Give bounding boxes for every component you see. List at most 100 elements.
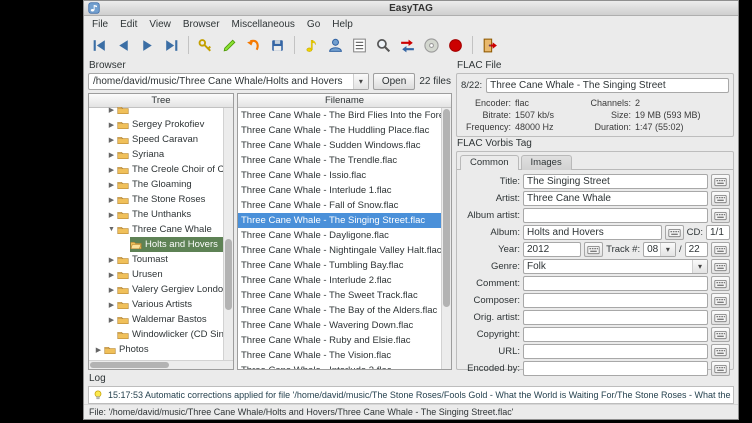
playlist-button[interactable]	[348, 34, 371, 57]
chevron-collapsed-icon[interactable]: ▶	[106, 181, 117, 189]
copyright-field[interactable]	[523, 327, 708, 342]
tree-item[interactable]: ▶Waldemar Bastos	[89, 312, 223, 327]
file-row[interactable]: Three Cane Whale - Fall of Snow.flac	[238, 198, 441, 213]
chevron-down-icon[interactable]: ▾	[692, 260, 707, 273]
record-button[interactable]	[444, 34, 467, 57]
chevron-collapsed-icon[interactable]: ▶	[106, 211, 117, 219]
tree-item[interactable]: ▶	[89, 102, 223, 117]
chevron-collapsed-icon[interactable]: ▶	[106, 256, 117, 264]
menu-browser[interactable]: Browser	[177, 18, 226, 31]
swap-button[interactable]	[396, 34, 419, 57]
file-row[interactable]: Three Cane Whale - Issio.flac	[238, 168, 441, 183]
save-button[interactable]	[266, 34, 289, 57]
track-total-field[interactable]	[685, 242, 708, 257]
tree-item[interactable]: Holts and Hovers	[89, 237, 223, 252]
file-row-selected[interactable]: Three Cane Whale - The Singing Street.fl…	[238, 213, 441, 228]
file-row[interactable]: Three Cane Whale - The Bay of the Alders…	[238, 303, 441, 318]
orig-artist-field[interactable]	[523, 310, 708, 325]
tab-common[interactable]: Common	[460, 155, 519, 170]
file-row[interactable]: Three Cane Whale - The Sweet Track.flac	[238, 288, 441, 303]
chevron-collapsed-icon[interactable]: ▶	[106, 316, 117, 324]
orig-artist-apply-all-button[interactable]	[711, 310, 730, 325]
title-bar[interactable]: EasyTAG	[84, 1, 738, 16]
tree-item[interactable]: ▶Various Artists	[89, 297, 223, 312]
year-field[interactable]	[523, 242, 581, 257]
chevron-down-icon[interactable]: ▾	[660, 243, 675, 256]
menu-miscellaneous[interactable]: Miscellaneous	[226, 18, 301, 31]
comment-field[interactable]	[523, 276, 708, 291]
tree-item[interactable]: ▶The Stone Roses	[89, 192, 223, 207]
menu-go[interactable]: Go	[301, 18, 326, 31]
composer-apply-all-button[interactable]	[711, 293, 730, 308]
go-first-button[interactable]	[88, 34, 111, 57]
tree-item[interactable]: ▶Photos	[89, 342, 223, 357]
genre-apply-all-button[interactable]	[711, 259, 730, 274]
copyright-apply-all-button[interactable]	[711, 327, 730, 342]
menu-file[interactable]: File	[86, 18, 114, 31]
filename-column-header[interactable]: Filename	[238, 94, 451, 108]
chevron-collapsed-icon[interactable]: ▶	[106, 301, 117, 309]
genre-combobox[interactable]: Folk▾	[523, 259, 708, 274]
track-number-combobox[interactable]: 08▾	[643, 242, 676, 257]
file-row[interactable]: Three Cane Whale - Interlude 1.flac	[238, 183, 441, 198]
chevron-collapsed-icon[interactable]: ▶	[106, 121, 117, 129]
url-apply-all-button[interactable]	[711, 344, 730, 359]
title-field[interactable]	[523, 174, 708, 189]
album-artist-field[interactable]	[523, 208, 708, 223]
chevron-collapsed-icon[interactable]: ▶	[106, 286, 117, 294]
tree-item[interactable]: ▼Three Cane Whale	[89, 222, 223, 237]
album-artist-apply-all-button[interactable]	[711, 208, 730, 223]
tree-item[interactable]: ▶The Gloaming	[89, 177, 223, 192]
file-row[interactable]: Three Cane Whale - Dayligone.flac	[238, 228, 441, 243]
file-row[interactable]: Three Cane Whale - Sudden Windows.flac	[238, 138, 441, 153]
tree-hscrollbar-thumb[interactable]	[90, 362, 169, 368]
tree-item[interactable]: ▶Sergey Prokofiev	[89, 117, 223, 132]
file-list-scrollbar-thumb[interactable]	[443, 109, 450, 307]
chevron-collapsed-icon[interactable]: ▶	[106, 151, 117, 159]
tree-item[interactable]: ▶Speed Caravan	[89, 132, 223, 147]
file-list-vertical-scrollbar[interactable]	[441, 108, 451, 369]
musical-note-button[interactable]	[300, 34, 323, 57]
composer-field[interactable]	[523, 293, 708, 308]
chevron-expanded-icon[interactable]: ▼	[106, 226, 117, 233]
track-apply-all-button[interactable]	[711, 242, 730, 257]
chevron-collapsed-icon[interactable]: ▶	[106, 271, 117, 279]
file-row[interactable]: Three Cane Whale - Interlude 2.flac	[238, 273, 441, 288]
file-row[interactable]: Three Cane Whale - Ruby and Elsie.flac	[238, 333, 441, 348]
chevron-collapsed-icon[interactable]: ▶	[106, 136, 117, 144]
log-list[interactable]: 15:17:53 Automatic corrections applied f…	[88, 386, 734, 404]
cd-field[interactable]	[706, 225, 730, 240]
comment-apply-all-button[interactable]	[711, 276, 730, 291]
chevron-collapsed-icon[interactable]: ▶	[106, 166, 117, 174]
path-combobox[interactable]: /home/david/music/Three Cane Whale/Holts…	[88, 73, 369, 90]
open-button[interactable]: Open	[373, 73, 415, 90]
file-row[interactable]: Three Cane Whale - Nightingale Valley Ha…	[238, 243, 441, 258]
file-row[interactable]: Three Cane Whale - The Bird Flies Into t…	[238, 108, 441, 123]
file-row[interactable]: Three Cane Whale - The Trendle.flac	[238, 153, 441, 168]
tree-vertical-scrollbar[interactable]	[223, 108, 233, 360]
file-row[interactable]: Three Cane Whale - The Huddling Place.fl…	[238, 123, 441, 138]
file-row[interactable]: Three Cane Whale - Wavering Down.flac	[238, 318, 441, 333]
chevron-down-icon[interactable]: ▾	[353, 74, 368, 89]
filename-field[interactable]	[486, 78, 729, 93]
file-row[interactable]: Three Cane Whale - Tumbling Bay.flac	[238, 258, 441, 273]
cd-button[interactable]	[420, 34, 443, 57]
tree-item[interactable]: Windowlicker (CD Single)	[89, 327, 223, 342]
undo-button[interactable]	[242, 34, 265, 57]
tree-scrollbar-thumb[interactable]	[225, 239, 232, 310]
tree-item[interactable]: ▶Urusen	[89, 267, 223, 282]
artist-field[interactable]	[523, 191, 708, 206]
pencil-button[interactable]	[218, 34, 241, 57]
tree-item[interactable]: ▶The Unthanks	[89, 207, 223, 222]
menu-view[interactable]: View	[143, 18, 177, 31]
file-row[interactable]: Three Cane Whale - The Vision.flac	[238, 348, 441, 363]
menu-help[interactable]: Help	[326, 18, 359, 31]
album-apply-all-button[interactable]	[665, 225, 684, 240]
file-row[interactable]: Three Cane Whale - Interlude 3.flac	[238, 363, 441, 369]
tree-item[interactable]: ▶Toumast	[89, 252, 223, 267]
chevron-collapsed-icon[interactable]: ▶	[106, 106, 117, 114]
go-previous-button[interactable]	[112, 34, 135, 57]
tree-horizontal-scrollbar[interactable]	[89, 360, 233, 369]
chevron-collapsed-icon[interactable]: ▶	[106, 196, 117, 204]
url-field[interactable]	[523, 344, 708, 359]
